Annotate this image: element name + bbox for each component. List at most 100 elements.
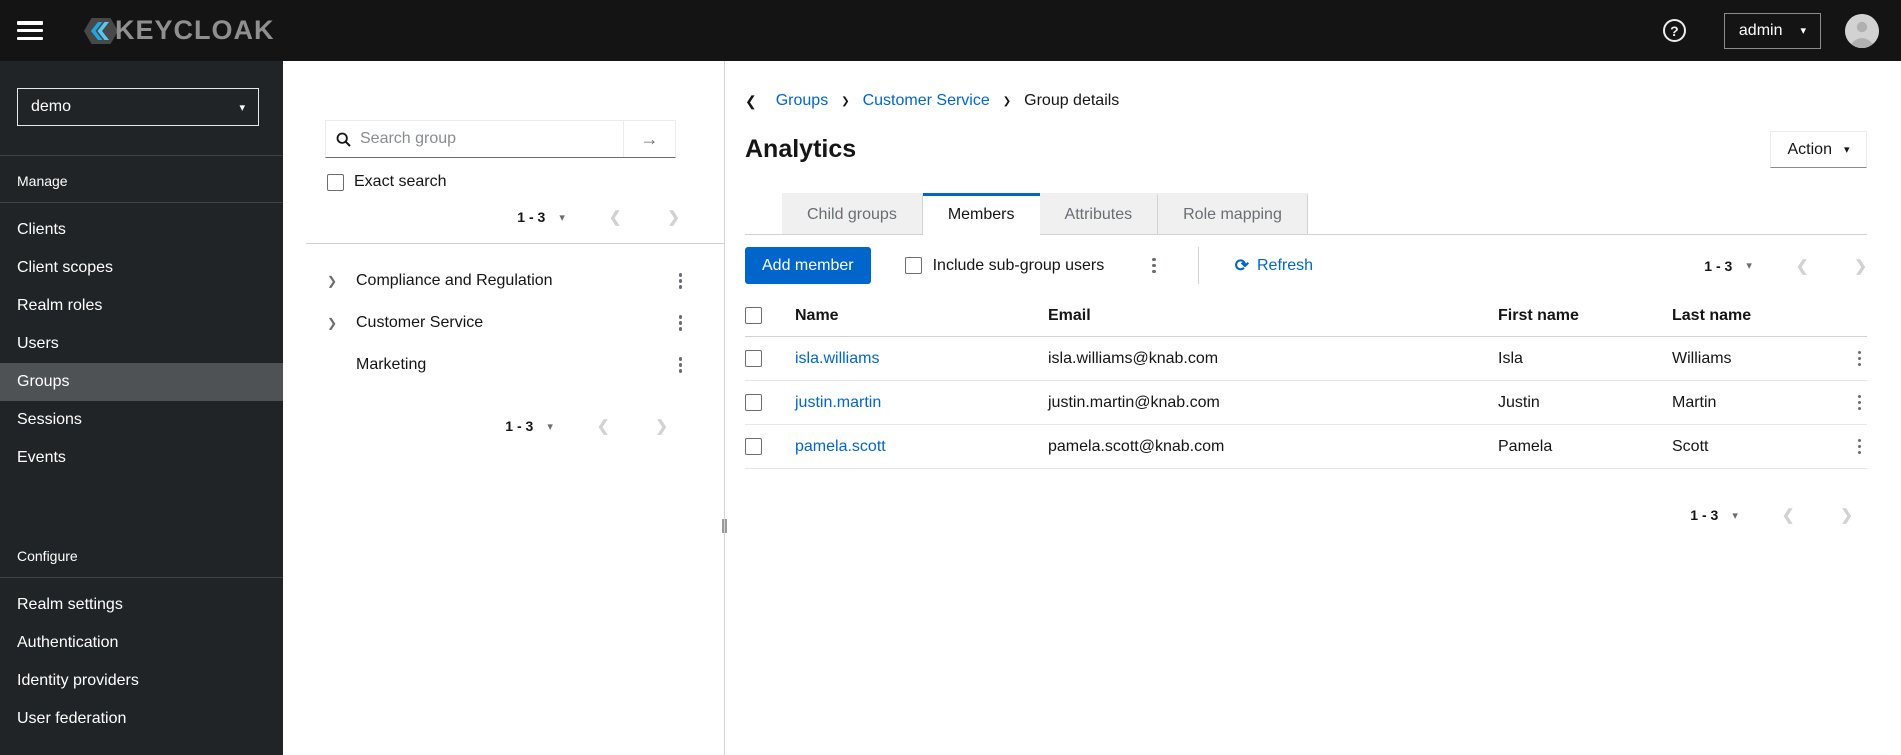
kebab-menu-button[interactable]	[673, 269, 689, 293]
brand-wordmark: KEYCLOAK	[115, 15, 275, 45]
pagination-prev-button[interactable]: ❮	[1782, 506, 1795, 524]
nav-section-configure: Configure	[17, 548, 78, 564]
group-tree-item: ❯ Compliance and Regulation	[283, 260, 724, 302]
breadcrumb-link-groups[interactable]: Groups	[776, 92, 828, 110]
row-checkbox[interactable]	[745, 394, 762, 411]
hamburger-menu-icon[interactable]	[17, 21, 43, 40]
pagination-next-button[interactable]: ❯	[655, 417, 668, 435]
sidebar-item-groups[interactable]: Groups	[0, 363, 283, 401]
tab-child-groups[interactable]: Child groups	[782, 193, 923, 234]
group-details-panel: ❮ Groups ❯ Customer Service ❯ Group deta…	[727, 61, 1901, 755]
member-last-name: Scott	[1672, 437, 1709, 455]
group-tree-item: Marketing	[283, 344, 724, 386]
column-header-email: Email	[1048, 306, 1091, 324]
user-dropdown-label: admin	[1738, 21, 1783, 39]
pagination-range: 1 - 3	[505, 418, 534, 434]
add-member-button[interactable]: Add member	[745, 247, 871, 284]
search-icon	[336, 132, 351, 147]
search-group-input[interactable]	[360, 130, 613, 148]
pagination-next-button[interactable]: ❯	[1854, 257, 1867, 275]
sidebar-item-client-scopes[interactable]: Client scopes	[0, 249, 283, 287]
tab-role-mapping[interactable]: Role mapping	[1158, 193, 1308, 234]
help-icon[interactable]: ?	[1662, 19, 1686, 42]
table-pagination-top: 1 - 3 ▾ ❮ ❯	[1704, 252, 1867, 280]
sidebar-item-identity-providers[interactable]: Identity providers	[0, 662, 283, 700]
kebab-menu-button[interactable]	[1852, 347, 1868, 371]
pagination-prev-button[interactable]: ❮	[1796, 257, 1809, 275]
column-header-last-name: Last name	[1672, 306, 1752, 324]
table-row: isla.williams isla.williams@knab.com Isl…	[745, 337, 1867, 381]
member-name-link[interactable]: pamela.scott	[795, 438, 1048, 456]
group-tree-panel: → Exact search 1 - 3 ▾ ❮ ❯ ❯ Compliance …	[283, 61, 724, 755]
select-all-checkbox[interactable]	[745, 307, 762, 324]
sidebar-item-authentication[interactable]: Authentication	[0, 624, 283, 662]
avatar[interactable]	[1845, 13, 1879, 48]
kebab-menu-button[interactable]	[1852, 391, 1868, 415]
tree-pagination-bottom: 1 - 3 ▾ ❮ ❯	[325, 412, 668, 440]
tab-attributes[interactable]: Attributes	[1039, 193, 1159, 234]
user-dropdown[interactable]: admin ▾	[1723, 12, 1821, 49]
member-email: pamela.scott@knab.com	[1048, 437, 1225, 455]
member-email: justin.martin@knab.com	[1048, 393, 1220, 411]
breadcrumb-separator-icon: ❯	[841, 95, 850, 107]
group-name-link[interactable]: Customer Service	[356, 314, 483, 332]
keycloak-logo[interactable]: KEYCLOAK	[71, 9, 275, 53]
breadcrumb: ❮ Groups ❯ Customer Service ❯ Group deta…	[745, 91, 1867, 111]
group-name-link[interactable]: Compliance and Regulation	[356, 272, 553, 290]
refresh-button[interactable]: ⟳ Refresh	[1235, 256, 1313, 276]
sidebar-nav: demo ▾ Manage Clients Client scopes Real…	[0, 61, 283, 755]
pagination-options-caret-icon[interactable]: ▾	[559, 211, 565, 224]
search-group-box	[326, 121, 623, 157]
divider	[306, 243, 724, 244]
kebab-menu-button[interactable]	[1146, 254, 1162, 278]
group-tree-item: ❯ Customer Service	[283, 302, 724, 344]
action-dropdown-button[interactable]: Action ▾	[1770, 131, 1867, 168]
chevron-down-icon: ▾	[1800, 25, 1806, 37]
sidebar-item-clients[interactable]: Clients	[0, 211, 283, 249]
pagination-options-caret-icon[interactable]: ▾	[1746, 259, 1752, 272]
refresh-icon: ⟳	[1234, 255, 1249, 275]
chevron-right-icon[interactable]: ❯	[327, 274, 341, 288]
group-name-link[interactable]: Marketing	[356, 356, 426, 374]
tab-members[interactable]: Members	[922, 193, 1040, 234]
kebab-menu-button[interactable]	[673, 353, 689, 377]
realm-selector[interactable]: demo ▾	[17, 88, 259, 126]
kebab-menu-button[interactable]	[673, 311, 689, 335]
member-email: isla.williams@knab.com	[1048, 349, 1219, 367]
sidebar-item-realm-settings[interactable]: Realm settings	[0, 586, 283, 624]
sidebar-item-users[interactable]: Users	[0, 325, 283, 363]
column-header-first-name: First name	[1498, 306, 1579, 324]
sidebar-item-realm-roles[interactable]: Realm roles	[0, 287, 283, 325]
sidebar-item-user-federation[interactable]: User federation	[0, 700, 283, 738]
kebab-menu-button[interactable]	[1852, 435, 1868, 459]
breadcrumb-current: Group details	[1024, 92, 1120, 109]
pagination-next-button[interactable]: ❯	[667, 208, 680, 226]
nav-section-manage: Manage	[17, 173, 68, 189]
sidebar-item-sessions[interactable]: Sessions	[0, 401, 283, 439]
action-dropdown-label: Action	[1787, 140, 1832, 158]
exact-search-checkbox[interactable]	[327, 173, 344, 191]
member-name-link[interactable]: isla.williams	[795, 350, 1048, 368]
avatar-icon	[1845, 13, 1879, 48]
pagination-prev-button[interactable]: ❮	[597, 417, 610, 435]
pagination-range: 1 - 3	[1690, 507, 1719, 523]
breadcrumb-back-icon[interactable]: ❮	[745, 93, 757, 110]
include-subgroup-users-checkbox[interactable]	[904, 257, 922, 274]
pagination-prev-button[interactable]: ❮	[609, 208, 622, 226]
row-checkbox[interactable]	[745, 438, 762, 455]
row-checkbox[interactable]	[745, 350, 762, 367]
pagination-options-caret-icon[interactable]: ▾	[1732, 509, 1738, 522]
breadcrumb-link-customer-service[interactable]: Customer Service	[863, 92, 990, 110]
masthead: KEYCLOAK ? admin ▾	[0, 0, 1901, 61]
member-name-link[interactable]: justin.martin	[795, 394, 1048, 412]
page-title: Analytics	[745, 135, 857, 163]
panel-resizer[interactable]	[722, 61, 727, 755]
sidebar-item-events[interactable]: Events	[0, 439, 283, 477]
pagination-options-caret-icon[interactable]: ▾	[547, 420, 553, 433]
member-first-name: Isla	[1498, 349, 1523, 367]
members-table: Name Email First name Last name isla.wil…	[745, 295, 1867, 469]
search-submit-button[interactable]: →	[623, 121, 675, 157]
chevron-right-icon[interactable]: ❯	[327, 316, 341, 330]
pagination-next-button[interactable]: ❯	[1840, 506, 1853, 524]
chevron-down-icon: ▾	[1843, 144, 1850, 156]
